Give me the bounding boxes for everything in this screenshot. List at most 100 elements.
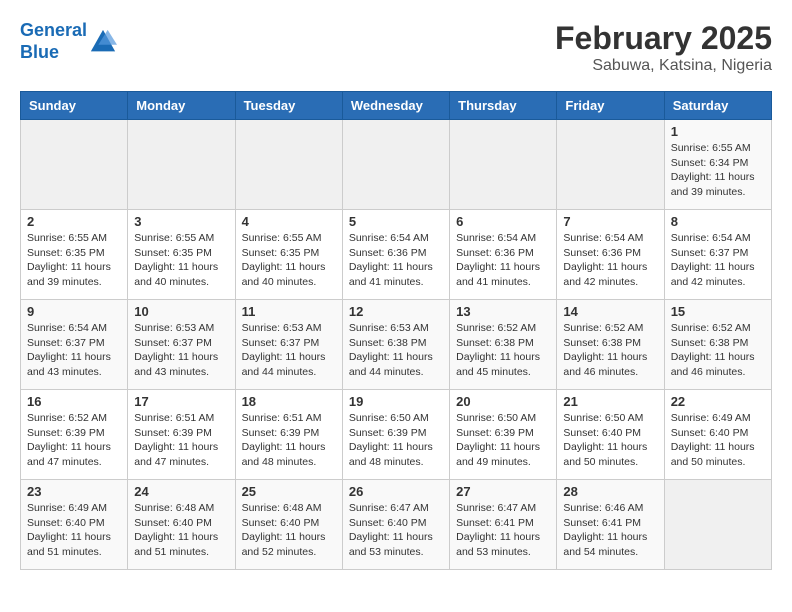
day-number: 19 [349,394,443,409]
day-info: Sunrise: 6:50 AM Sunset: 6:39 PM Dayligh… [349,411,443,470]
day-number: 9 [27,304,121,319]
week-row-3: 9 Sunrise: 6:54 AM Sunset: 6:37 PM Daylig… [21,300,772,390]
day-number: 28 [563,484,657,499]
calendar-cell: 4 Sunrise: 6:55 AM Sunset: 6:35 PM Daylig… [235,210,342,300]
day-info: Sunrise: 6:55 AM Sunset: 6:35 PM Dayligh… [242,231,336,290]
calendar-cell: 9 Sunrise: 6:54 AM Sunset: 6:37 PM Daylig… [21,300,128,390]
week-row-1: 1 Sunrise: 6:55 AM Sunset: 6:34 PM Daylig… [21,120,772,210]
day-number: 5 [349,214,443,229]
calendar-cell [450,120,557,210]
calendar-cell: 26 Sunrise: 6:47 AM Sunset: 6:40 PM Dayli… [342,480,449,570]
day-number: 21 [563,394,657,409]
calendar-cell: 5 Sunrise: 6:54 AM Sunset: 6:36 PM Daylig… [342,210,449,300]
calendar-cell: 24Sunrise: 6:48 AM Sunset: 6:40 PM Dayli… [128,480,235,570]
day-number: 18 [242,394,336,409]
day-info: Sunrise: 6:53 AM Sunset: 6:37 PM Dayligh… [242,321,336,380]
day-info: Sunrise: 6:49 AM Sunset: 6:40 PM Dayligh… [27,501,121,560]
day-info: Sunrise: 6:51 AM Sunset: 6:39 PM Dayligh… [134,411,228,470]
day-info: Sunrise: 6:49 AM Sunset: 6:40 PM Dayligh… [671,411,765,470]
calendar-cell: 19 Sunrise: 6:50 AM Sunset: 6:39 PM Dayli… [342,390,449,480]
day-number: 1 [671,124,765,139]
day-info: Sunrise: 6:52 AM Sunset: 6:38 PM Dayligh… [456,321,550,380]
day-number: 16 [27,394,121,409]
day-info: Sunrise: 6:54 AM Sunset: 6:36 PM Dayligh… [563,231,657,290]
calendar-cell: 20 Sunrise: 6:50 AM Sunset: 6:39 PM Dayli… [450,390,557,480]
day-info: Sunrise: 6:55 AM Sunset: 6:35 PM Dayligh… [27,231,121,290]
weekday-header-friday: Friday [557,92,664,120]
day-info: Sunrise: 6:52 AM Sunset: 6:38 PM Dayligh… [671,321,765,380]
day-info: Sunrise: 6:53 AM Sunset: 6:37 PM Dayligh… [134,321,228,380]
day-number: 23 [27,484,121,499]
weekday-header-saturday: Saturday [664,92,771,120]
calendar-cell [557,120,664,210]
day-info: Sunrise: 6:50 AM Sunset: 6:40 PM Dayligh… [563,411,657,470]
calendar-cell: 28 Sunrise: 6:46 AM Sunset: 6:41 PM Dayli… [557,480,664,570]
day-info: Sunrise: 6:54 AM Sunset: 6:37 PM Dayligh… [671,231,765,290]
calendar-cell: 11 Sunrise: 6:53 AM Sunset: 6:37 PM Dayli… [235,300,342,390]
day-info: Sunrise: 6:46 AM Sunset: 6:41 PM Dayligh… [563,501,657,560]
calendar-cell: 13 Sunrise: 6:52 AM Sunset: 6:38 PM Dayli… [450,300,557,390]
calendar-cell: 18Sunrise: 6:51 AM Sunset: 6:39 PM Dayli… [235,390,342,480]
day-number: 3 [134,214,228,229]
day-number: 8 [671,214,765,229]
calendar-cell: 23 Sunrise: 6:49 AM Sunset: 6:40 PM Dayli… [21,480,128,570]
calendar-cell: 7Sunrise: 6:54 AM Sunset: 6:36 PM Daylig… [557,210,664,300]
day-info: Sunrise: 6:47 AM Sunset: 6:41 PM Dayligh… [456,501,550,560]
day-number: 17 [134,394,228,409]
calendar-cell: 12 Sunrise: 6:53 AM Sunset: 6:38 PM Dayli… [342,300,449,390]
day-info: Sunrise: 6:52 AM Sunset: 6:38 PM Dayligh… [563,321,657,380]
week-row-4: 16 Sunrise: 6:52 AM Sunset: 6:39 PM Dayli… [21,390,772,480]
weekday-header-monday: Monday [128,92,235,120]
day-info: Sunrise: 6:50 AM Sunset: 6:39 PM Dayligh… [456,411,550,470]
calendar-cell [128,120,235,210]
day-number: 2 [27,214,121,229]
day-info: Sunrise: 6:48 AM Sunset: 6:40 PM Dayligh… [134,501,228,560]
day-number: 20 [456,394,550,409]
calendar-cell: 8 Sunrise: 6:54 AM Sunset: 6:37 PM Daylig… [664,210,771,300]
weekday-header-tuesday: Tuesday [235,92,342,120]
day-number: 13 [456,304,550,319]
week-row-2: 2 Sunrise: 6:55 AM Sunset: 6:35 PM Daylig… [21,210,772,300]
logo-icon [89,28,117,56]
weekday-header-wednesday: Wednesday [342,92,449,120]
calendar-cell [664,480,771,570]
day-info: Sunrise: 6:55 AM Sunset: 6:34 PM Dayligh… [671,141,765,200]
weekday-header-row: SundayMondayTuesdayWednesdayThursdayFrid… [21,92,772,120]
calendar-cell: 15 Sunrise: 6:52 AM Sunset: 6:38 PM Dayli… [664,300,771,390]
title-block: February 2025 Sabuwa, Katsina, Nigeria [555,20,772,75]
day-info: Sunrise: 6:54 AM Sunset: 6:36 PM Dayligh… [456,231,550,290]
day-info: Sunrise: 6:54 AM Sunset: 6:37 PM Dayligh… [27,321,121,380]
day-info: Sunrise: 6:52 AM Sunset: 6:39 PM Dayligh… [27,411,121,470]
calendar-cell: 6Sunrise: 6:54 AM Sunset: 6:36 PM Daylig… [450,210,557,300]
day-number: 10 [134,304,228,319]
calendar-cell: 3 Sunrise: 6:55 AM Sunset: 6:35 PM Daylig… [128,210,235,300]
day-number: 22 [671,394,765,409]
day-number: 26 [349,484,443,499]
week-row-5: 23 Sunrise: 6:49 AM Sunset: 6:40 PM Dayli… [21,480,772,570]
day-number: 15 [671,304,765,319]
subtitle: Sabuwa, Katsina, Nigeria [555,57,772,75]
day-info: Sunrise: 6:55 AM Sunset: 6:35 PM Dayligh… [134,231,228,290]
day-info: Sunrise: 6:48 AM Sunset: 6:40 PM Dayligh… [242,501,336,560]
calendar-cell [21,120,128,210]
day-number: 4 [242,214,336,229]
day-number: 14 [563,304,657,319]
day-number: 12 [349,304,443,319]
calendar-cell: 21 Sunrise: 6:50 AM Sunset: 6:40 PM Dayli… [557,390,664,480]
calendar-cell: 16 Sunrise: 6:52 AM Sunset: 6:39 PM Dayli… [21,390,128,480]
day-number: 11 [242,304,336,319]
day-info: Sunrise: 6:47 AM Sunset: 6:40 PM Dayligh… [349,501,443,560]
main-title: February 2025 [555,20,772,57]
calendar-cell: 10 Sunrise: 6:53 AM Sunset: 6:37 PM Dayli… [128,300,235,390]
calendar-cell [235,120,342,210]
calendar-cell: 1 Sunrise: 6:55 AM Sunset: 6:34 PM Daylig… [664,120,771,210]
calendar-cell: 22 Sunrise: 6:49 AM Sunset: 6:40 PM Dayli… [664,390,771,480]
calendar-table: SundayMondayTuesdayWednesdayThursdayFrid… [20,91,772,570]
calendar-cell: 14 Sunrise: 6:52 AM Sunset: 6:38 PM Dayli… [557,300,664,390]
day-info: Sunrise: 6:54 AM Sunset: 6:36 PM Dayligh… [349,231,443,290]
day-number: 25 [242,484,336,499]
calendar-cell: 2 Sunrise: 6:55 AM Sunset: 6:35 PM Daylig… [21,210,128,300]
day-info: Sunrise: 6:53 AM Sunset: 6:38 PM Dayligh… [349,321,443,380]
calendar-cell: 25 Sunrise: 6:48 AM Sunset: 6:40 PM Dayli… [235,480,342,570]
day-number: 27 [456,484,550,499]
